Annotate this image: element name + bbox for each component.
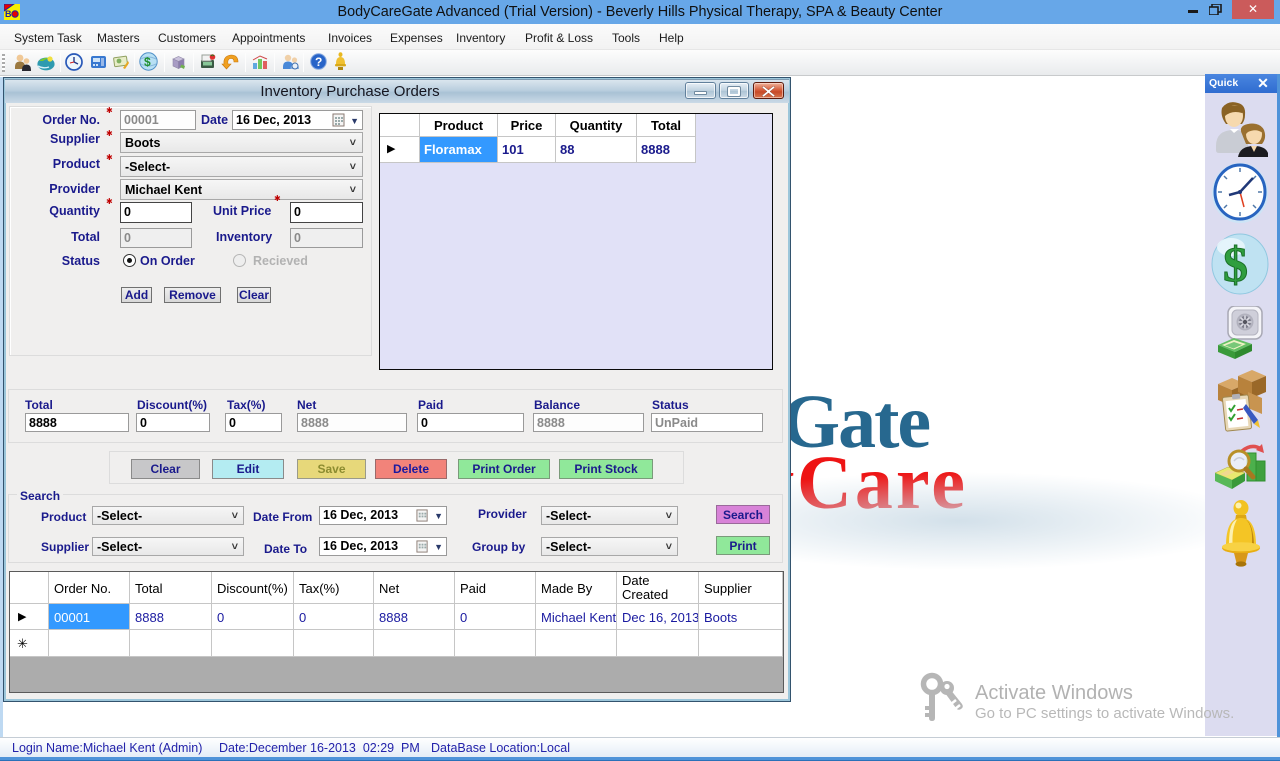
svg-text:$: $ xyxy=(144,55,151,69)
svg-text:$: $ xyxy=(1223,236,1248,292)
svg-text:?: ? xyxy=(315,55,322,69)
